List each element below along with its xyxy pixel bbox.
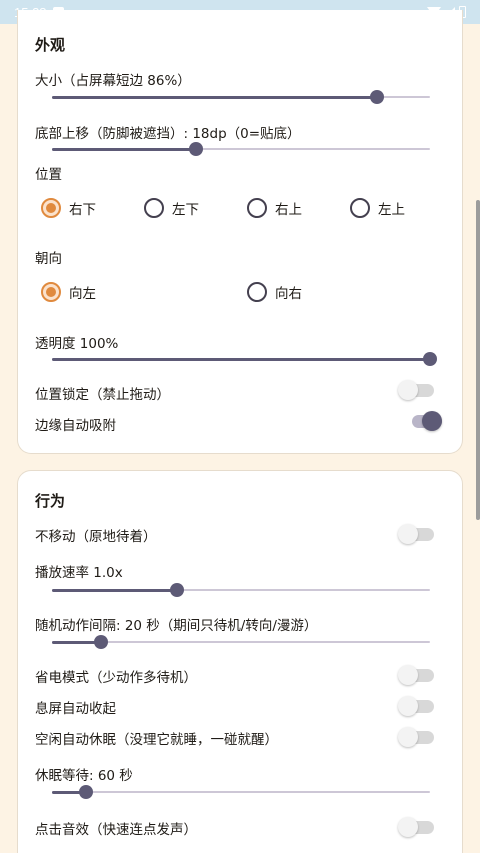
- radio-selected-icon: [41, 198, 61, 218]
- position-lock-label: 位置锁定（禁止拖动）: [35, 387, 170, 403]
- radio-unselected-icon: [247, 282, 267, 302]
- power-save-switch[interactable]: [398, 664, 436, 686]
- playback-speed-label: 播放速率 1.0x: [35, 565, 123, 581]
- position-option-label: 左下: [172, 202, 199, 218]
- screen-off-collapse-switch[interactable]: [398, 695, 436, 717]
- orientation-radio-right[interactable]: 向右: [247, 282, 302, 302]
- orientation-option-label: 向左: [69, 286, 96, 302]
- position-radio-bottom-left[interactable]: 左下: [144, 198, 199, 218]
- radio-unselected-icon: [350, 198, 370, 218]
- power-save-label: 省电模式（少动作多待机）: [35, 670, 197, 686]
- appearance-title: 外观: [35, 36, 66, 54]
- opacity-slider[interactable]: [52, 351, 437, 367]
- size-slider-thumb[interactable]: [370, 90, 385, 104]
- playback-speed-slider[interactable]: [52, 582, 430, 598]
- scrollbar[interactable]: [476, 200, 480, 520]
- position-label: 位置: [35, 167, 62, 183]
- random-interval-slider-thumb[interactable]: [94, 635, 109, 649]
- position-option-label: 右上: [275, 202, 302, 218]
- bottom-offset-slider[interactable]: [52, 141, 430, 157]
- bottom-offset-slider-thumb[interactable]: [188, 142, 203, 156]
- random-interval-slider[interactable]: [52, 634, 430, 650]
- appearance-card: 外观 大小（占屏幕短边 86%） 底部上移（防脚被遮挡）: 18dp（0=贴底）…: [17, 10, 463, 454]
- edge-snap-switch[interactable]: [406, 410, 444, 432]
- orientation-option-label: 向右: [275, 286, 302, 302]
- no-move-label: 不移动（原地待着）: [35, 529, 157, 545]
- click-sound-switch[interactable]: [398, 816, 436, 838]
- position-option-label: 右下: [69, 202, 96, 218]
- no-move-switch[interactable]: [398, 523, 436, 545]
- orientation-radio-left[interactable]: 向左: [41, 282, 96, 302]
- sleep-wait-slider-thumb[interactable]: [79, 785, 94, 799]
- idle-sleep-switch[interactable]: [398, 726, 436, 748]
- position-option-label: 左上: [378, 202, 405, 218]
- position-lock-switch[interactable]: [398, 379, 436, 401]
- radio-unselected-icon: [144, 198, 164, 218]
- size-label: 大小（占屏幕短边 86%）: [35, 73, 191, 89]
- radio-selected-icon: [41, 282, 61, 302]
- screen-off-collapse-label: 息屏自动收起: [35, 701, 116, 717]
- behavior-title: 行为: [35, 492, 66, 510]
- sleep-wait-label: 休眠等待: 60 秒: [35, 768, 133, 784]
- sleep-wait-slider[interactable]: [52, 784, 430, 800]
- opacity-slider-thumb[interactable]: [423, 352, 437, 366]
- position-radio-top-left[interactable]: 左上: [350, 198, 405, 218]
- position-radio-bottom-right[interactable]: 右下: [41, 198, 96, 218]
- position-radio-top-right[interactable]: 右上: [247, 198, 302, 218]
- edge-snap-label: 边缘自动吸附: [35, 418, 116, 434]
- bottom-offset-label: 底部上移（防脚被遮挡）: 18dp（0=贴底）: [35, 126, 301, 142]
- random-interval-label: 随机动作间隔: 20 秒（期间只待机/转向/漫游）: [35, 618, 318, 634]
- playback-speed-slider-thumb[interactable]: [169, 583, 184, 597]
- size-slider[interactable]: [52, 89, 430, 105]
- click-sound-label: 点击音效（快速连点发声）: [35, 822, 197, 838]
- idle-sleep-label: 空闲自动休眠（没理它就睡，一碰就醒）: [35, 732, 278, 748]
- orientation-label: 朝向: [35, 251, 62, 267]
- behavior-card: 行为 不移动（原地待着） 播放速率 1.0x 随机动作间隔: 20 秒（期间只待…: [17, 470, 463, 853]
- radio-unselected-icon: [247, 198, 267, 218]
- opacity-label: 透明度 100%: [35, 336, 119, 352]
